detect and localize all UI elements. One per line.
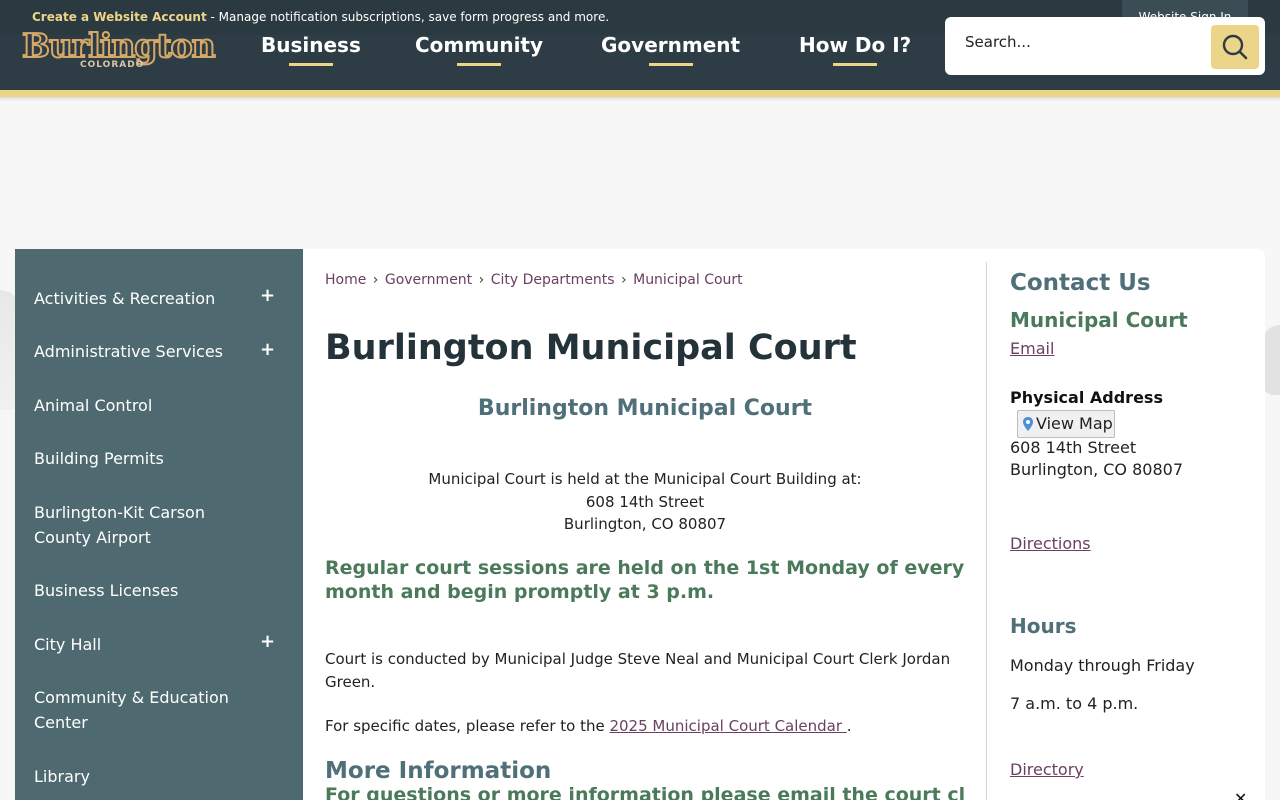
- nav-label: Business: [261, 33, 361, 57]
- nav-underline: [648, 63, 693, 66]
- contact-city: Burlington, CO 80807: [1010, 460, 1184, 479]
- breadcrumb-municipal-court[interactable]: Municipal Court: [633, 272, 743, 288]
- expand-activities-icon[interactable]: +: [260, 286, 275, 306]
- hours-time: 7 a.m. to 4 p.m.: [1010, 694, 1139, 713]
- address-intro: Municipal Court is held at the Municipal…: [428, 470, 862, 488]
- expand-city-hall-icon[interactable]: +: [260, 632, 275, 652]
- create-account-link[interactable]: Create a Website Account: [32, 10, 207, 24]
- breadcrumb-separator: ›: [621, 272, 627, 288]
- physical-address-label: Physical Address: [1010, 388, 1163, 407]
- nav-underline: [833, 63, 878, 66]
- breadcrumb-city-departments[interactable]: City Departments: [491, 272, 615, 288]
- contact-heading: Contact Us: [1010, 270, 1151, 296]
- column-divider: [986, 262, 987, 800]
- nav-underline: [457, 63, 502, 66]
- nav-label: How Do I?: [799, 33, 912, 57]
- breadcrumb-separator: ›: [478, 272, 485, 288]
- breadcrumb-home[interactable]: Home: [325, 272, 366, 288]
- sidebar-item-administrative-services[interactable]: Administrative Services: [34, 339, 254, 364]
- search-input[interactable]: [965, 33, 1205, 51]
- calendar-suffix: .: [846, 717, 852, 735]
- nav-label: Government: [601, 33, 741, 57]
- sidebar-item-business-licenses[interactable]: Business Licenses: [34, 578, 254, 603]
- hours-days: Monday through Friday: [1010, 656, 1195, 675]
- sidebar-item-activities-recreation[interactable]: Activities & Recreation: [34, 286, 254, 311]
- content-subtitle: Burlington Municipal Court: [477, 396, 813, 421]
- account-bar-text: Create a Website Account - Manage notifi…: [32, 10, 609, 24]
- page-title: Burlington Municipal Court: [325, 328, 857, 368]
- more-information-text: For questions or more information please…: [325, 784, 965, 800]
- nav-label: Community: [415, 33, 544, 57]
- more-information-heading: More Information: [325, 758, 552, 784]
- account-bar-desc: - Manage notification subscriptions, sav…: [206, 10, 610, 24]
- contact-email-link[interactable]: Email: [1010, 339, 1054, 358]
- contact-street: 608 14th Street: [1010, 438, 1137, 457]
- close-icon[interactable]: ✕: [1234, 789, 1247, 800]
- map-pin-icon: [1023, 417, 1033, 431]
- search-icon: [1222, 34, 1248, 60]
- sidebar-item-community-education-center[interactable]: Community & Education Center: [34, 685, 254, 735]
- directions-link[interactable]: Directions: [1010, 534, 1091, 553]
- header-accent-strip: [0, 90, 1280, 97]
- sidebar-item-library[interactable]: Library: [34, 764, 254, 789]
- court-officials-text: Court is conducted by Municipal Judge St…: [325, 650, 951, 691]
- view-map-button[interactable]: View Map: [1017, 410, 1115, 438]
- logo-subtitle: COLORADO: [80, 60, 145, 70]
- nav-government[interactable]: Government: [601, 33, 741, 66]
- nav-community[interactable]: Community: [415, 33, 544, 66]
- hours-heading: Hours: [1010, 614, 1077, 638]
- breadcrumb: Home › Government › City Departments › M…: [325, 272, 743, 288]
- expand-administrative-icon[interactable]: +: [260, 340, 275, 360]
- contact-department: Municipal Court: [1010, 308, 1188, 332]
- search-box: [945, 17, 1265, 75]
- view-map-label: View Map: [1036, 414, 1113, 433]
- breadcrumb-separator: ›: [372, 272, 379, 288]
- calendar-prefix: For specific dates, please refer to the: [325, 717, 610, 735]
- sidebar-item-animal-control[interactable]: Animal Control: [34, 393, 254, 418]
- nav-underline: [288, 63, 333, 66]
- directory-link[interactable]: Directory: [1010, 760, 1084, 779]
- sidebar-item-city-hall[interactable]: City Hall: [34, 632, 254, 657]
- breadcrumb-government[interactable]: Government: [385, 272, 472, 288]
- sidebar-item-building-permits[interactable]: Building Permits: [34, 446, 254, 471]
- court-calendar-link[interactable]: 2025 Municipal Court Calendar: [609, 717, 846, 735]
- court-sessions-notice: Regular court sessions are held on the 1…: [325, 557, 965, 603]
- court-address-block: Municipal Court is held at the Municipal…: [325, 468, 965, 536]
- address-street: 608 14th Street: [585, 492, 705, 511]
- header-shadow: [0, 97, 1280, 101]
- nav-how-do-i[interactable]: How Do I?: [799, 33, 912, 66]
- address-city: Burlington, CO 80807: [563, 515, 727, 533]
- site-logo[interactable]: Burlington COLORADO: [16, 25, 217, 76]
- calendar-paragraph: For specific dates, please refer to the …: [325, 715, 965, 738]
- nav-business[interactable]: Business: [261, 33, 361, 66]
- sidebar-item-airport[interactable]: Burlington-Kit Carson County Airport: [34, 500, 254, 550]
- search-button[interactable]: [1211, 25, 1259, 69]
